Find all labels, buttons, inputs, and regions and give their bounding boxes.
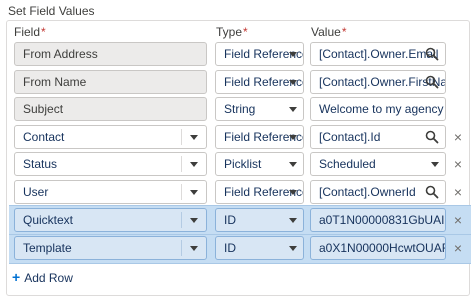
type-select[interactable]: String — [215, 97, 304, 121]
field-select[interactable]: Template — [14, 236, 207, 260]
select-divider — [181, 212, 182, 228]
value-column-header: Value* — [311, 25, 347, 39]
close-icon[interactable]: × — [452, 208, 464, 232]
field-select[interactable]: Contact — [14, 125, 207, 149]
table-row: Subject String Welcome to my agency — [0, 97, 474, 125]
chevron-down-icon — [289, 218, 297, 223]
table-row: Status Picklist Scheduled × — [0, 152, 474, 180]
chevron-down-icon — [190, 218, 198, 223]
search-icon[interactable] — [425, 75, 439, 89]
value-text-input[interactable]: Welcome to my agency — [310, 97, 446, 121]
type-select[interactable]: Field Reference — [215, 180, 304, 204]
value-text-input[interactable]: a0X1N00000HcwtOUAR — [310, 236, 446, 260]
chevron-down-icon — [289, 246, 297, 251]
add-row-label: Add Row — [24, 271, 73, 285]
search-icon[interactable] — [425, 47, 439, 61]
table-row: User Field Reference [Contact].OwnerId × — [0, 180, 474, 208]
table-row: Contact Field Reference [Contact].Id × — [0, 125, 474, 153]
plus-icon: + — [12, 269, 21, 285]
type-select[interactable]: ID — [215, 208, 304, 232]
value-lookup-input[interactable]: [Contact].OwnerId — [310, 180, 446, 204]
chevron-down-icon — [190, 246, 198, 251]
table-row: Quicktext ID a0T1N00000831GbUAI × — [0, 208, 474, 236]
table-row: From Address Field Reference [Contact].O… — [0, 42, 474, 70]
chevron-down-icon — [289, 190, 297, 195]
chevron-down-icon — [431, 162, 439, 167]
select-divider — [181, 184, 182, 200]
select-divider — [181, 129, 182, 145]
field-select: From Name — [14, 70, 207, 94]
value-lookup-input[interactable]: [Contact].Owner.FirstName — [310, 70, 446, 94]
field-select[interactable]: Quicktext — [14, 208, 207, 232]
field-select[interactable]: Status — [14, 152, 207, 176]
type-select[interactable]: ID — [215, 236, 304, 260]
type-select[interactable]: Field Reference — [215, 42, 304, 66]
chevron-down-icon — [289, 135, 297, 140]
field-column-header: Field* — [14, 25, 46, 39]
chevron-down-icon — [190, 190, 198, 195]
close-icon[interactable]: × — [452, 236, 464, 260]
select-divider — [181, 156, 182, 172]
chevron-down-icon — [289, 107, 297, 112]
type-column-header: Type* — [216, 25, 248, 39]
chevron-down-icon — [289, 52, 297, 57]
select-divider — [181, 240, 182, 256]
type-select[interactable]: Field Reference — [215, 125, 304, 149]
search-icon[interactable] — [425, 130, 439, 144]
value-picklist-select[interactable]: Scheduled — [310, 152, 446, 176]
chevron-down-icon — [289, 162, 297, 167]
section-title: Set Field Values — [8, 4, 95, 18]
field-select[interactable]: User — [14, 180, 207, 204]
add-row-button[interactable]: + Add Row — [12, 269, 73, 285]
close-icon[interactable]: × — [452, 180, 464, 204]
close-icon[interactable]: × — [452, 152, 464, 176]
value-text-input[interactable]: a0T1N00000831GbUAI — [310, 208, 446, 232]
field-select: Subject — [14, 97, 207, 121]
field-select: From Address — [14, 42, 207, 66]
table-row: From Name Field Reference [Contact].Owne… — [0, 70, 474, 98]
chevron-down-icon — [289, 80, 297, 85]
close-icon[interactable]: × — [452, 125, 464, 149]
chevron-down-icon — [190, 135, 198, 140]
value-lookup-input[interactable]: [Contact].Id — [310, 125, 446, 149]
type-select[interactable]: Picklist — [215, 152, 304, 176]
search-icon[interactable] — [425, 185, 439, 199]
type-select[interactable]: Field Reference — [215, 70, 304, 94]
chevron-down-icon — [190, 162, 198, 167]
table-row: Template ID a0X1N00000HcwtOUAR × — [0, 236, 474, 264]
value-lookup-input[interactable]: [Contact].Owner.Email — [310, 42, 446, 66]
